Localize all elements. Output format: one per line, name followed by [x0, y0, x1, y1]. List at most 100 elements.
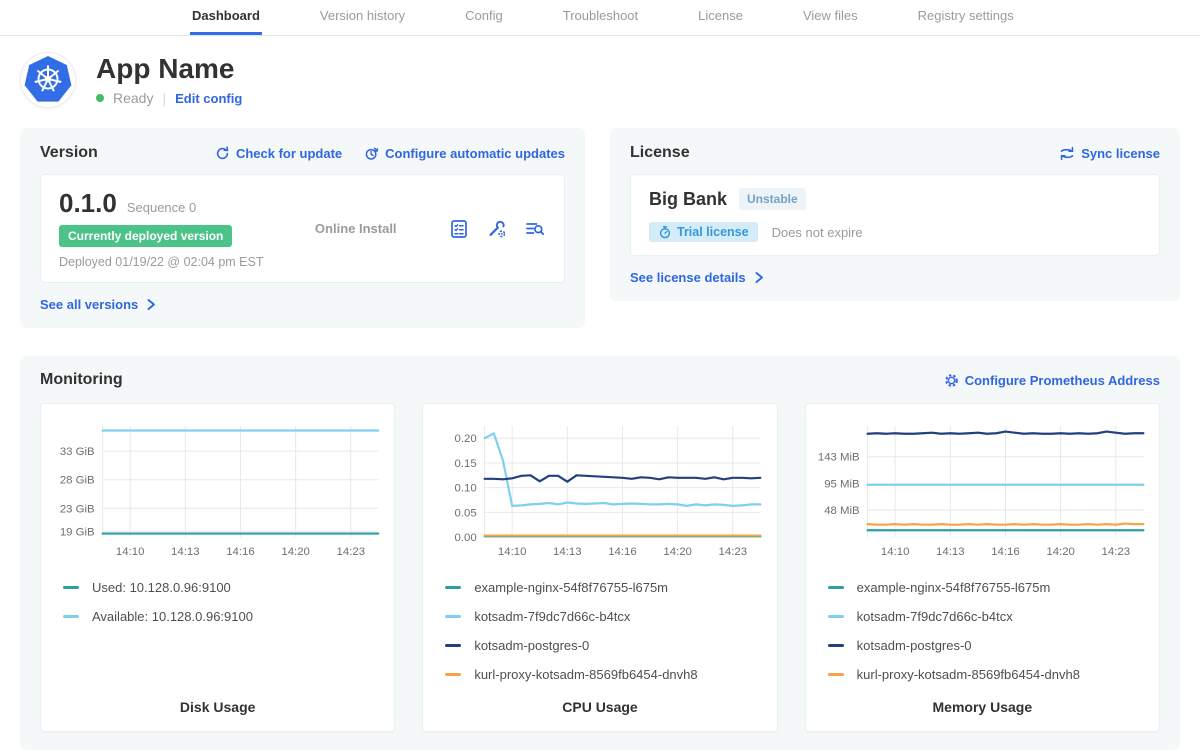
tab-view-files[interactable]: View files [801, 0, 860, 35]
legend-label: example-nginx-54f8f76755-l675m [474, 580, 668, 595]
svg-text:0.15: 0.15 [455, 458, 477, 470]
configure-automatic-updates-label: Configure automatic updates [385, 146, 565, 161]
disk-usage-title: Disk Usage [51, 689, 384, 721]
svg-text:95 MiB: 95 MiB [824, 479, 859, 491]
version-sequence: Sequence 0 [127, 200, 196, 215]
svg-text:23 GiB: 23 GiB [60, 503, 95, 515]
legend-label: kotsadm-7f9dc7d66c-b4tcx [474, 609, 630, 624]
tab-dashboard[interactable]: Dashboard [190, 0, 262, 35]
wrench-gear-icon [486, 218, 508, 240]
configure-automatic-updates-button[interactable]: Configure automatic updates [364, 146, 565, 161]
see-license-details-link[interactable]: See license details [630, 270, 1160, 285]
license-card-title: License [630, 144, 690, 162]
memory-usage-chart-card: 14:1014:1314:1614:2014:2348 MiB95 MiB143… [805, 403, 1160, 732]
legend-item: kotsadm-postgres-0 [828, 631, 1149, 660]
memory-usage-legend: example-nginx-54f8f76755-l675mkotsadm-7f… [828, 573, 1149, 689]
legend-item: Used: 10.128.0.96:9100 [63, 573, 384, 602]
version-card-title: Version [40, 144, 98, 162]
channel-badge: Unstable [739, 188, 806, 210]
top-nav: Dashboard Version history Config Troublesho… [0, 0, 1200, 36]
preflight-checks-button[interactable] [448, 218, 470, 240]
cpu-usage-legend: example-nginx-54f8f76755-l675m kotsadm-7f… [445, 573, 766, 689]
legend-item: example-nginx-54f8f76755-l675m [828, 573, 1149, 602]
edit-config-version-button[interactable] [486, 218, 508, 240]
svg-text:0.00: 0.00 [455, 532, 477, 544]
legend-dash [828, 615, 844, 618]
divider: | [162, 90, 166, 106]
stopwatch-icon [658, 225, 672, 239]
logs-search-icon [524, 218, 546, 240]
svg-text:33 GiB: 33 GiB [60, 446, 95, 458]
svg-text:14:16: 14:16 [609, 546, 638, 558]
check-for-update-button[interactable]: Check for update [215, 146, 342, 161]
cpu-usage-title: CPU Usage [433, 689, 766, 721]
legend-dash [828, 644, 844, 647]
schedule-update-icon [364, 146, 379, 161]
svg-text:0.05: 0.05 [455, 507, 477, 519]
deployed-badge: Currently deployed version [59, 225, 232, 247]
configure-prometheus-label: Configure Prometheus Address [965, 373, 1160, 388]
legend-dash [445, 673, 461, 676]
edit-config-link[interactable]: Edit config [175, 91, 242, 106]
customer-name: Big Bank [649, 189, 727, 210]
license-card: License Sync license Big Bank Unstable [610, 128, 1180, 301]
svg-text:14:10: 14:10 [498, 546, 527, 558]
legend-label: Used: 10.128.0.96:9100 [92, 580, 231, 595]
chevron-right-icon [753, 271, 765, 284]
legend-dash [445, 586, 461, 589]
charts-row: 14:1014:1314:1614:2014:2319 GiB23 GiB28 … [40, 403, 1160, 732]
svg-text:14:13: 14:13 [936, 546, 965, 558]
version-number: 0.1.0 [59, 188, 117, 219]
legend-dash [63, 615, 79, 618]
legend-label: kotsadm-postgres-0 [474, 638, 589, 653]
disk-usage-chart: 14:1014:1314:1614:2014:2319 GiB23 GiB28 … [51, 416, 384, 567]
legend-item: kotsadm-7f9dc7d66c-b4tcx [445, 602, 766, 631]
see-license-details-label: See license details [630, 270, 746, 285]
svg-text:0.10: 0.10 [455, 483, 477, 495]
legend-item: kurl-proxy-kotsadm-8569fb6454-dnvh8 [828, 660, 1149, 689]
kubernetes-logo [21, 53, 75, 107]
svg-text:143 MiB: 143 MiB [818, 452, 860, 464]
sync-icon [1059, 146, 1075, 161]
configure-prometheus-button[interactable]: Configure Prometheus Address [944, 373, 1160, 388]
sync-license-button[interactable]: Sync license [1059, 146, 1160, 161]
legend-label: kurl-proxy-kotsadm-8569fb6454-dnvh8 [474, 667, 697, 682]
deployed-timestamp: Deployed 01/19/22 @ 02:04 pm EST [59, 255, 263, 269]
tab-troubleshoot[interactable]: Troubleshoot [561, 0, 640, 35]
see-all-versions-link[interactable]: See all versions [40, 297, 565, 312]
tab-license[interactable]: License [696, 0, 745, 35]
svg-text:14:10: 14:10 [881, 546, 910, 558]
app-header: App Name Ready | Edit config [0, 36, 1200, 118]
license-type-badge: Trial license [649, 222, 758, 242]
disk-usage-legend: Used: 10.128.0.96:9100 Available: 10.128.… [63, 573, 384, 631]
legend-dash [828, 586, 844, 589]
legend-item: kotsadm-7f9dc7d66c-b4tcx [828, 602, 1149, 631]
legend-item: kurl-proxy-kotsadm-8569fb6454-dnvh8 [445, 660, 766, 689]
check-for-update-label: Check for update [236, 146, 342, 161]
status-dot [96, 94, 104, 102]
svg-text:19 GiB: 19 GiB [60, 526, 95, 538]
memory-usage-title: Memory Usage [816, 689, 1149, 721]
svg-text:14:23: 14:23 [337, 546, 366, 558]
tab-registry-settings[interactable]: Registry settings [916, 0, 1016, 35]
refresh-icon [215, 146, 230, 161]
legend-label: kurl-proxy-kotsadm-8569fb6454-dnvh8 [857, 667, 1080, 682]
chevron-right-icon [145, 298, 157, 311]
tab-config[interactable]: Config [463, 0, 505, 35]
legend-label: Available: 10.128.0.96:9100 [92, 609, 253, 624]
preflight-checklist-icon [448, 218, 470, 240]
license-details-row: Big Bank Unstable Trial license Does not… [630, 174, 1160, 256]
sync-license-label: Sync license [1081, 146, 1160, 161]
app-status: Ready [113, 90, 153, 106]
disk-usage-chart-card: 14:1014:1314:1614:2014:2319 GiB23 GiB28 … [40, 403, 395, 732]
svg-text:14:13: 14:13 [171, 546, 200, 558]
app-logo [20, 52, 76, 108]
tab-version-history[interactable]: Version history [318, 0, 407, 35]
cpu-usage-chart-card: 14:1014:1314:1614:2014:230.000.050.100.1… [422, 403, 777, 732]
legend-item: Available: 10.128.0.96:9100 [63, 602, 384, 631]
svg-text:14:20: 14:20 [664, 546, 693, 558]
legend-label: kotsadm-postgres-0 [857, 638, 972, 653]
legend-dash [828, 673, 844, 676]
svg-text:14:20: 14:20 [281, 546, 310, 558]
deploy-logs-button[interactable] [524, 218, 546, 240]
